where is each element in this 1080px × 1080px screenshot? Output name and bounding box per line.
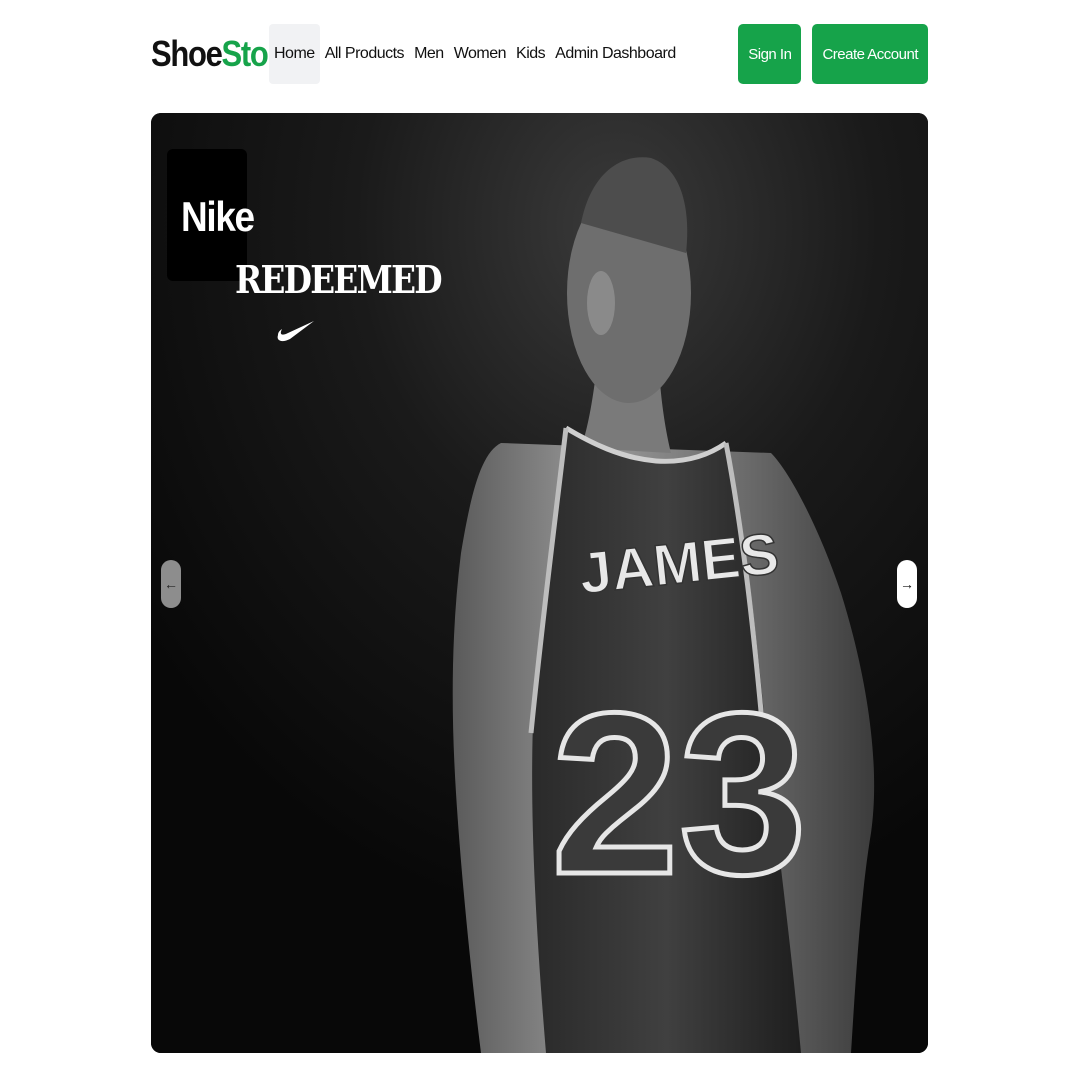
nav-all-products[interactable]: All Products xyxy=(320,24,409,84)
jersey-number-text: 23 xyxy=(551,665,807,922)
brand-label: Nike xyxy=(181,193,255,240)
nav-kids[interactable]: Kids xyxy=(511,24,550,84)
arrow-right-icon: → xyxy=(900,576,914,592)
carousel-prev-button[interactable]: ← xyxy=(161,560,181,608)
logo-text-shoe: Shoe xyxy=(151,33,223,74)
carousel-next-button[interactable]: → xyxy=(897,560,917,608)
nav-admin-dashboard[interactable]: Admin Dashboard xyxy=(550,24,681,84)
create-account-button[interactable]: Create Account xyxy=(812,24,928,84)
nav-women[interactable]: Women xyxy=(449,24,511,84)
sign-in-button[interactable]: Sign In xyxy=(738,24,802,84)
arrow-left-icon: ← xyxy=(164,576,178,592)
nav-men[interactable]: Men xyxy=(409,24,449,84)
site-header: ShoeStore Home All Products Men Women Ki… xyxy=(151,24,928,84)
main-nav: Home All Products Men Women Kids Admin D… xyxy=(269,24,681,84)
auth-actions: Sign In Create Account xyxy=(738,24,928,84)
hero-image: JAMES 23 xyxy=(151,113,928,1053)
nike-swoosh-icon xyxy=(277,321,314,342)
hero-headline: REDEEMED xyxy=(235,257,443,302)
nav-home[interactable]: Home xyxy=(269,24,320,84)
hero-carousel: JAMES 23 Nike REDEEMED ← → xyxy=(151,113,928,1053)
